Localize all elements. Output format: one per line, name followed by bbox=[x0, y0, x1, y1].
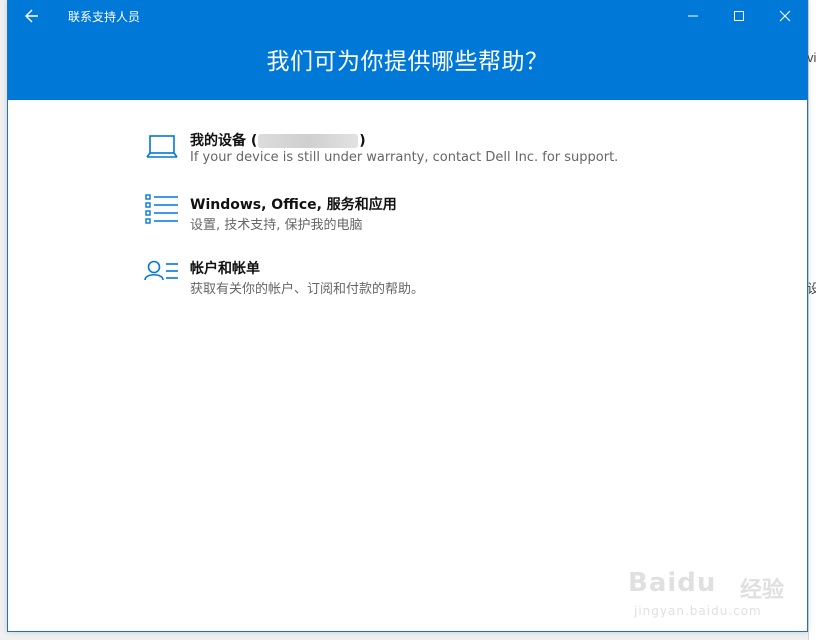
maximize-icon bbox=[734, 11, 744, 21]
app-title: 联系支持人员 bbox=[68, 10, 141, 24]
option-windows-office[interactable]: Windows, Office, 服务和应用 设置, 技术支持, 保护我的电脑 bbox=[144, 194, 664, 240]
maximize-button[interactable] bbox=[716, 0, 762, 32]
baidu-watermark: Baidu 经验 jingyan.baidu.com bbox=[628, 568, 808, 628]
back-button[interactable] bbox=[18, 2, 46, 30]
page-header: 我们可为你提供哪些帮助？ bbox=[8, 32, 807, 100]
option-account-billing[interactable]: 帐户和帐单 获取有关你的帐户、订阅和付款的帮助。 bbox=[144, 258, 664, 304]
option-title: 我的设备 () bbox=[190, 130, 366, 150]
background-peek-text: 设 bbox=[807, 281, 816, 296]
option-description: 设置, 技术支持, 保护我的电脑 bbox=[190, 218, 363, 233]
option-my-device[interactable]: 我的设备 () If your device is still under wa… bbox=[144, 130, 664, 176]
close-icon bbox=[779, 10, 791, 22]
minimize-button[interactable] bbox=[670, 0, 716, 32]
redacted-device-name bbox=[258, 134, 359, 148]
list-icon bbox=[145, 194, 178, 224]
watermark-cn: 经验 bbox=[740, 578, 785, 603]
title-bar: 联系支持人员 bbox=[8, 0, 807, 32]
page-title: 我们可为你提供哪些帮助？ bbox=[266, 49, 549, 75]
watermark-url: jingyan.baidu.com bbox=[634, 604, 762, 618]
option-title-prefix: 我的设备 ( bbox=[190, 133, 258, 149]
contact-support-window: 联系支持人员 我们可为你提供哪些帮助？ 我的设备 () If your devi… bbox=[7, 0, 808, 632]
account-icon bbox=[144, 260, 178, 281]
watermark-logo: Baidu bbox=[628, 568, 717, 598]
background-peek-text: vi bbox=[807, 50, 816, 65]
minimize-icon bbox=[688, 15, 698, 17]
close-button[interactable] bbox=[762, 0, 808, 32]
option-description: If your device is still under warranty, … bbox=[190, 150, 619, 165]
back-arrow-icon bbox=[25, 9, 38, 23]
option-title: Windows, Office, 服务和应用 bbox=[190, 197, 397, 213]
option-title: 帐户和帐单 bbox=[190, 261, 260, 277]
option-title-suffix: ) bbox=[359, 133, 366, 149]
laptop-icon bbox=[146, 135, 178, 158]
option-description: 获取有关你的帐户、订阅和付款的帮助。 bbox=[190, 282, 425, 297]
background-window-edge: vi 设 bbox=[807, 0, 816, 640]
